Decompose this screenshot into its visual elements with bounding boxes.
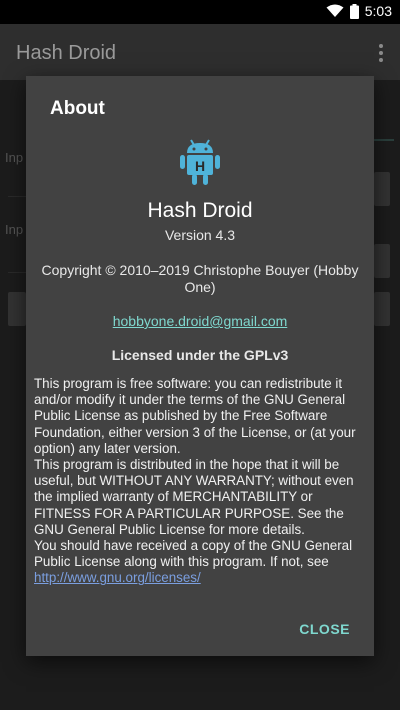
license-heading: Licensed under the GPLv3 xyxy=(111,347,289,363)
email-link[interactable]: hobbyone.droid@gmail.com xyxy=(26,313,374,329)
license-text: This program is free software: you can r… xyxy=(34,376,370,587)
svg-text:H: H xyxy=(195,158,205,174)
app-version: Version 4.3 xyxy=(164,227,236,243)
background-tab-indicator xyxy=(374,139,394,141)
app-title: Hash Droid xyxy=(16,42,117,64)
input-label-1: Inp xyxy=(5,150,24,165)
wifi-icon xyxy=(326,4,344,17)
close-button[interactable]: CLOSE xyxy=(299,621,350,637)
about-dialog: About H Hash Droid Version 4.3 Copyright… xyxy=(26,76,374,656)
android-h-logo-icon: H xyxy=(180,139,220,185)
status-time: 5:03 xyxy=(364,3,392,19)
status-icons: 5:03 xyxy=(326,3,392,19)
battery-icon xyxy=(349,3,359,19)
status-bar: 5:03 xyxy=(0,0,400,24)
dialog-title: About xyxy=(50,98,105,119)
copyright-text: Copyright © 2010–2019 Christophe Bouyer … xyxy=(41,262,359,295)
license-paragraph-3: You should have received a copy of the G… xyxy=(34,538,370,587)
license-paragraph-3-text: You should have received a copy of the G… xyxy=(34,538,353,570)
input-label-2: Inp xyxy=(5,222,24,237)
license-paragraph-1: This program is free software: you can r… xyxy=(34,376,356,456)
background-button-left xyxy=(8,292,26,326)
gnu-licenses-link[interactable]: http://www.gnu.org/licenses/ xyxy=(34,570,201,585)
license-paragraph-2: This program is distributed in the hope … xyxy=(34,457,354,537)
background-field-1 xyxy=(374,172,390,206)
background-button-right xyxy=(374,292,390,326)
background-field-2 xyxy=(374,244,390,278)
app-bar: Hash Droid xyxy=(0,24,400,80)
background-divider-1 xyxy=(8,196,26,197)
overflow-menu-icon[interactable] xyxy=(378,44,384,62)
background-divider-2 xyxy=(8,272,26,273)
dialog-app-name: Hash Droid xyxy=(147,199,253,222)
